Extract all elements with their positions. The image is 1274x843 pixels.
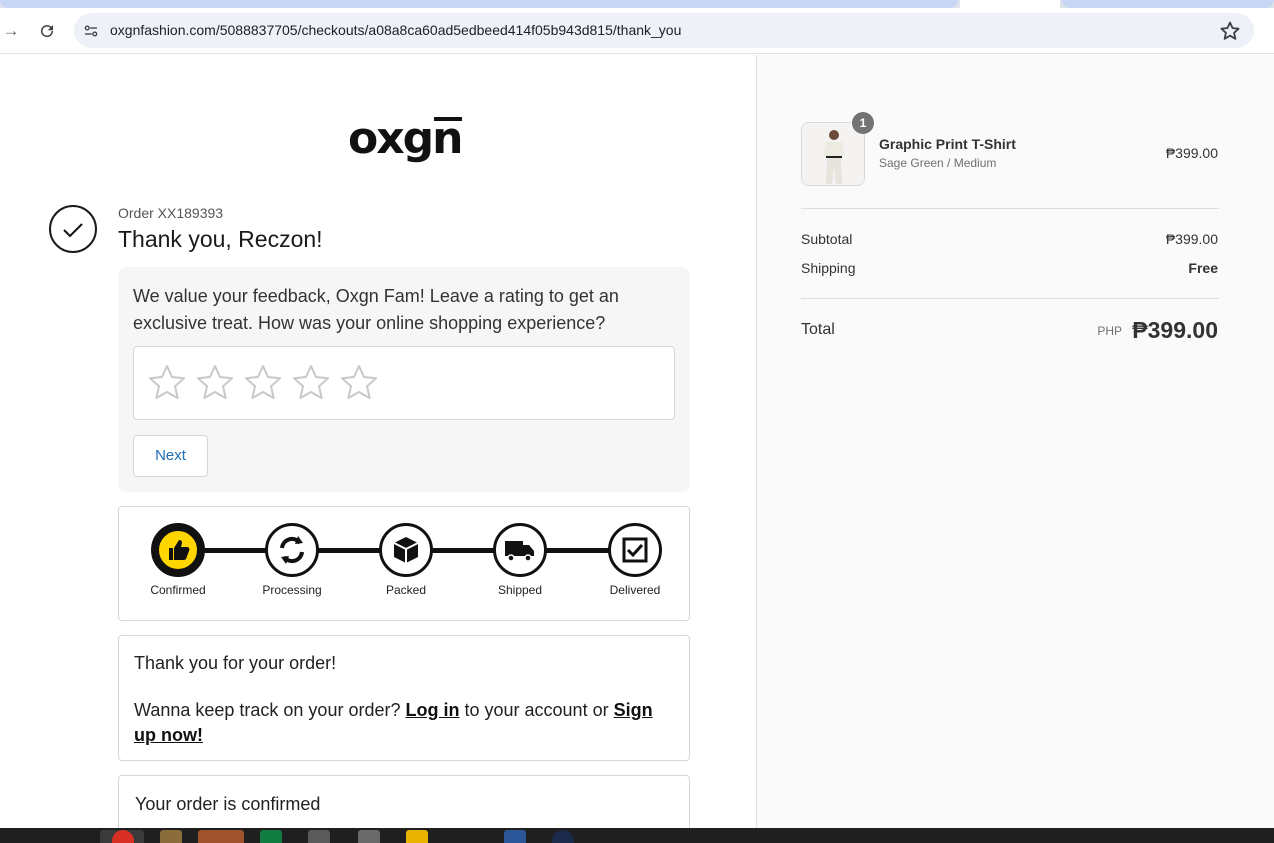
checkout-main: oxgn Order XX189393 Thank you, Reczon! W… <box>0 55 756 828</box>
step-label: Delivered <box>609 583 661 597</box>
order-number: Order XX189393 <box>118 205 224 221</box>
step-label: Packed <box>385 583 427 597</box>
track-order-middle: to your account or <box>464 700 609 720</box>
reload-icon[interactable] <box>36 20 58 42</box>
step-circle <box>608 523 662 577</box>
box-icon <box>393 537 419 563</box>
checkbox-icon <box>622 537 648 563</box>
step-circle <box>151 523 205 577</box>
file-explorer-icon[interactable] <box>406 830 428 843</box>
step-circle <box>265 523 319 577</box>
star-icon[interactable] <box>195 363 235 403</box>
product-image <box>802 123 864 185</box>
star-icon[interactable] <box>147 363 187 403</box>
taskbar-app-icon[interactable] <box>308 830 330 843</box>
account-prompt-card: Thank you for your order! Wanna keep tra… <box>118 635 690 761</box>
order-status-tracker: Confirmed Processing Packed Shipped Deli… <box>118 506 690 621</box>
bookmark-star-icon[interactable] <box>1218 19 1242 43</box>
step-circle <box>379 523 433 577</box>
taskbar-app-icon[interactable] <box>552 830 574 843</box>
subtotal-label: Subtotal <box>801 231 853 247</box>
track-order-text: Wanna keep track on your order? Log in t… <box>134 698 679 748</box>
step-label: Confirmed <box>150 583 206 597</box>
browser-tab[interactable] <box>0 0 958 8</box>
browser-tab[interactable] <box>1062 0 1274 8</box>
taskbar-app-icon[interactable] <box>198 830 244 843</box>
quantity-badge: 1 <box>852 112 874 134</box>
taskbar-app-icon[interactable] <box>160 830 182 843</box>
oxgn-logo[interactable]: oxgn <box>348 113 468 173</box>
step-confirmed: Confirmed <box>128 523 228 613</box>
site-settings-icon[interactable] <box>82 22 100 40</box>
address-bar[interactable]: oxgnfashion.com/5088837705/checkouts/a08… <box>74 13 1254 48</box>
os-taskbar <box>0 828 1274 843</box>
truck-icon <box>505 541 534 562</box>
product-name: Graphic Print T-Shirt <box>879 136 1016 152</box>
taskbar-app-icon[interactable] <box>504 830 526 843</box>
feedback-prompt: We value your feedback, Oxgn Fam! Leave … <box>133 286 619 333</box>
step-delivered: Delivered <box>585 523 685 613</box>
browser-toolbar: → oxgnfashion.com/5088837705/checkouts/a… <box>0 8 1274 54</box>
divider <box>801 298 1219 299</box>
track-order-prefix: Wanna keep track on your order? <box>134 700 401 720</box>
taskbar-app-icon[interactable] <box>358 830 380 843</box>
star-icon[interactable] <box>339 363 379 403</box>
product-variant: Sage Green / Medium <box>879 156 997 170</box>
product-price: ₱399.00 <box>1165 145 1218 161</box>
total-label: Total <box>801 321 835 338</box>
thumbs-up-icon <box>169 540 190 560</box>
feedback-card: We value your feedback, Oxgn Fam! Leave … <box>118 267 690 492</box>
step-label: Shipped <box>497 583 543 597</box>
total-currency: PHP <box>1097 324 1122 338</box>
next-button[interactable]: Next <box>133 435 208 477</box>
excel-icon[interactable] <box>260 830 282 843</box>
order-confirmed-title: Your order is confirmed <box>135 794 321 814</box>
shipping-label: Shipping <box>801 260 856 276</box>
login-link[interactable]: Log in <box>406 700 460 720</box>
step-shipped: Shipped <box>470 523 570 613</box>
order-confirmed-card: Your order is confirmed <box>118 775 690 828</box>
step-packed: Packed <box>356 523 456 613</box>
step-processing: Processing <box>242 523 342 613</box>
shipping-value: Free <box>1188 260 1218 276</box>
divider <box>801 208 1219 209</box>
order-summary: 1 Graphic Print T-Shirt Sage Green / Med… <box>756 55 1274 828</box>
refresh-icon <box>280 536 304 564</box>
order-confirmed-icon <box>49 205 97 253</box>
url-text[interactable]: oxgnfashion.com/5088837705/checkouts/a08… <box>110 22 681 38</box>
browser-tab-active[interactable] <box>960 0 1060 8</box>
star-rating <box>133 346 675 420</box>
tab-strip <box>0 0 1274 8</box>
star-icon[interactable] <box>291 363 331 403</box>
step-label: Processing <box>262 583 322 597</box>
total-value: ₱399.00 <box>1132 317 1218 343</box>
star-icon[interactable] <box>243 363 283 403</box>
subtotal-value: ₱399.00 <box>1165 231 1218 247</box>
thank-you-order-text: Thank you for your order! <box>134 653 337 673</box>
step-circle <box>493 523 547 577</box>
thank-you-heading: Thank you, Reczon! <box>118 226 323 252</box>
forward-icon[interactable]: → <box>0 20 22 42</box>
